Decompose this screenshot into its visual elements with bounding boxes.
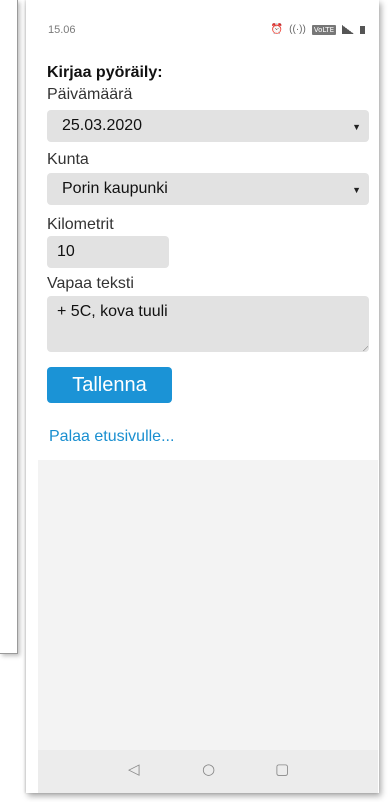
resize-handle-icon[interactable]: [362, 345, 368, 351]
signal-icon: [342, 25, 354, 34]
municipality-label: Kunta: [47, 151, 89, 168]
page-empty-area: [38, 460, 378, 750]
alarm-icon: ⏰: [270, 24, 284, 35]
save-button[interactable]: Tallenna: [47, 367, 172, 403]
back-to-home-link[interactable]: Palaa etusivulle...: [49, 428, 174, 446]
free-text-label: Vapaa teksti: [47, 275, 134, 292]
km-input[interactable]: 10: [47, 236, 169, 268]
status-icons: ⏰ ((·)) VoLTE: [271, 24, 365, 35]
dropdown-arrow-icon: ▼: [352, 185, 361, 195]
status-time: 15.06: [48, 24, 76, 36]
form-title: Kirjaa pyöräily:: [47, 64, 163, 81]
municipality-select[interactable]: Porin kaupunki ▼: [47, 173, 369, 205]
status-bar: 15.06 ⏰ ((·)) VoLTE: [26, 0, 379, 40]
municipality-value: Porin kaupunki: [62, 180, 168, 197]
phone-screen: 15.06 ⏰ ((·)) VoLTE Kirjaa pyöräily: Päi…: [26, 0, 379, 793]
date-value: 25.03.2020: [62, 117, 143, 134]
date-select[interactable]: 25.03.2020 ▼: [47, 110, 369, 142]
hotspot-icon: ((·)): [289, 24, 306, 35]
battery-icon: [360, 25, 365, 34]
recents-nav-icon[interactable]: ▢: [275, 760, 289, 778]
back-nav-icon[interactable]: ◁: [128, 760, 140, 778]
free-text-textarea[interactable]: + 5C, kova tuuli: [47, 296, 369, 352]
dropdown-arrow-icon: ▼: [352, 122, 361, 132]
android-nav-bar: ◁ ○ ▢: [38, 750, 378, 793]
free-text-value: + 5C, kova tuuli: [57, 303, 168, 320]
home-nav-icon[interactable]: ○: [202, 760, 215, 778]
km-value: 10: [57, 243, 75, 260]
background-window-frame: [0, 0, 18, 654]
date-label: Päivämäärä: [47, 86, 133, 103]
km-label: Kilometrit: [47, 216, 114, 233]
volte-icon: VoLTE: [311, 24, 336, 35]
